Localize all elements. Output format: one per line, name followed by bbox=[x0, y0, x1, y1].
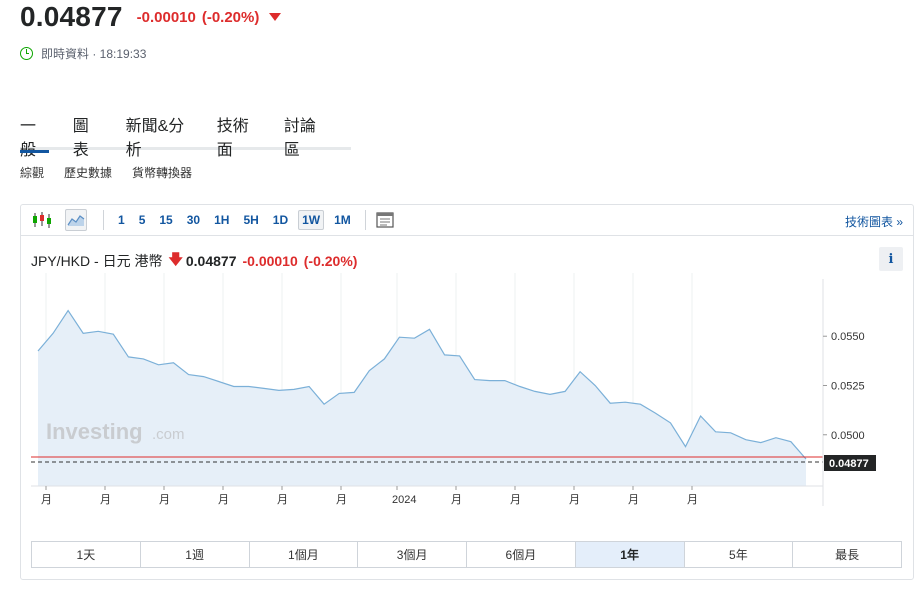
x-tick-label: 2024 bbox=[392, 494, 416, 506]
realtime-status: 即時資料 · 18:19:33 bbox=[20, 45, 146, 61]
y-tick-label: 0.0550 bbox=[831, 331, 865, 343]
x-tick-label: 月 bbox=[687, 494, 698, 506]
watermark-brand: Investing bbox=[46, 419, 143, 444]
range-6m[interactable]: 6個月 bbox=[467, 542, 576, 567]
price-area bbox=[38, 310, 806, 486]
tab-news-analysis[interactable]: 新聞&分析 bbox=[126, 110, 193, 159]
range-1d[interactable]: 1天 bbox=[32, 542, 141, 567]
quote-header: 0.04877 -0.00010 (-0.20%) bbox=[20, 0, 282, 34]
y-tick-label: 0.0500 bbox=[831, 430, 865, 442]
tab-chart[interactable]: 圖表 bbox=[73, 110, 102, 159]
x-tick-label: 月 bbox=[41, 494, 52, 506]
price-change-percent: (-0.20%) bbox=[201, 8, 260, 26]
y-tick-label: 0.0525 bbox=[831, 380, 865, 392]
tab-technical[interactable]: 技術面 bbox=[217, 110, 260, 159]
x-tick-label: 月 bbox=[569, 494, 580, 506]
range-1m[interactable]: 1個月 bbox=[250, 542, 359, 567]
x-tick-label: 月 bbox=[100, 494, 111, 506]
current-price: 0.04877 bbox=[20, 1, 123, 32]
watermark-suffix: .com bbox=[152, 426, 185, 443]
range-1w[interactable]: 1週 bbox=[141, 542, 250, 567]
tab-forum[interactable]: 討論區 bbox=[284, 110, 327, 159]
x-tick-label: 月 bbox=[336, 494, 347, 506]
price-change: -0.00010 bbox=[136, 8, 196, 26]
range-3m[interactable]: 3個月 bbox=[358, 542, 467, 567]
sub-tabs: 綜觀 歷史數據 貨幣轉換器 bbox=[20, 164, 212, 181]
main-tabs: 一般 圖表 新聞&分析 技術面 討論區 bbox=[20, 110, 351, 159]
x-tick-label: 月 bbox=[628, 494, 639, 506]
x-tick-label: 月 bbox=[159, 494, 170, 506]
range-max[interactable]: 最長 bbox=[793, 542, 901, 567]
time-range-selector: 1天 1週 1個月 3個月 6個月 1年 5年 最長 bbox=[31, 541, 902, 568]
x-tick-label: 月 bbox=[218, 494, 229, 506]
clock-icon bbox=[20, 46, 33, 60]
price-chart: Investing .com 0.0550 0.0525 0.0500 0.04877 月 月… bbox=[31, 273, 876, 506]
range-5y[interactable]: 5年 bbox=[685, 542, 794, 567]
chart-widget: 1 5 15 30 1H 5H 1D 1W 1M 技術圖表 » JPY/HKD … bbox=[20, 204, 914, 580]
x-tick-label: 月 bbox=[451, 494, 462, 506]
tab-general[interactable]: 一般 bbox=[20, 110, 49, 159]
subtab-historical-data[interactable]: 歷史數據 bbox=[64, 164, 112, 181]
last-price-label: 0.04877 bbox=[829, 458, 869, 470]
subtab-overview[interactable]: 綜觀 bbox=[20, 164, 44, 181]
x-tick-label: 月 bbox=[510, 494, 521, 506]
subtab-currency-converter[interactable]: 貨幣轉換器 bbox=[132, 164, 192, 181]
x-tick-label: 月 bbox=[277, 494, 288, 506]
down-arrow-icon bbox=[269, 13, 282, 21]
realtime-status-text: 即時資料 · 18:19:33 bbox=[41, 46, 147, 61]
range-1y[interactable]: 1年 bbox=[575, 542, 685, 567]
